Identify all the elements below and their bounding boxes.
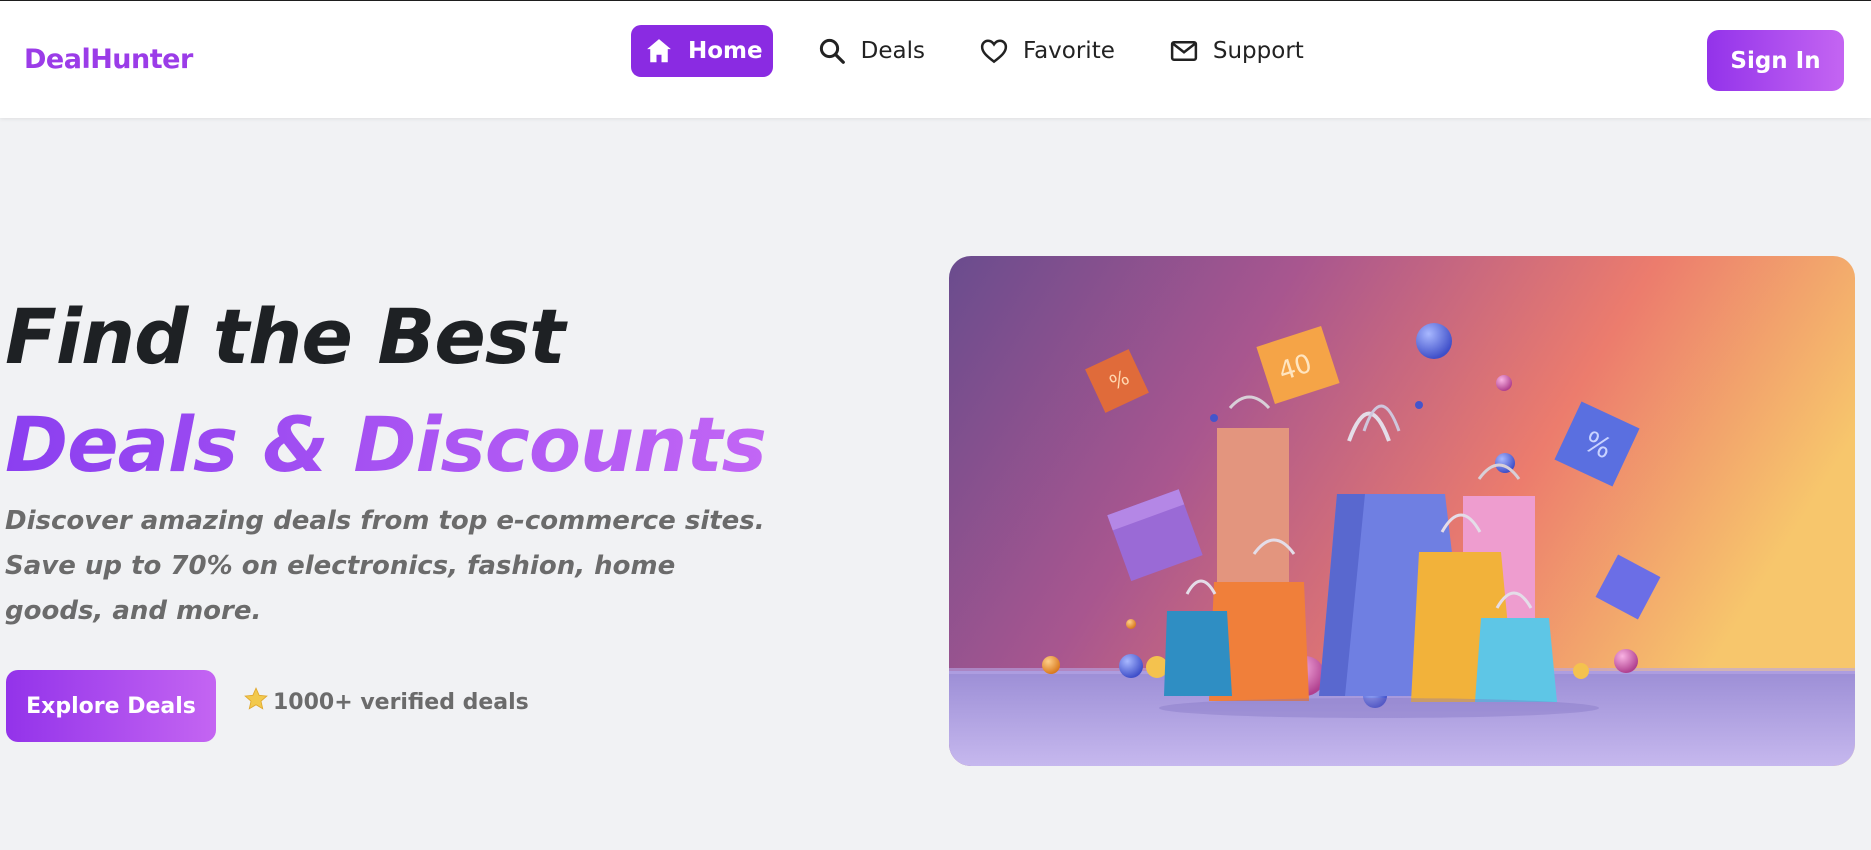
home-icon xyxy=(644,36,674,66)
brand-logo[interactable]: DealHunter xyxy=(24,44,193,75)
nav-item-deals[interactable]: Deals xyxy=(807,25,935,77)
verified-deals-text: 1000+ verified deals xyxy=(273,689,529,715)
nav-item-favorite[interactable]: Favorite xyxy=(969,25,1125,77)
hero-title-line-1: Find the Best xyxy=(5,292,565,381)
hero-title: Find the Best Deals & Discounts xyxy=(5,283,767,499)
hero-description: Discover amazing deals from top e-commer… xyxy=(5,506,765,626)
nav-item-label: Deals xyxy=(860,38,925,64)
nav-item-support[interactable]: Support xyxy=(1159,25,1314,77)
mail-icon xyxy=(1169,36,1199,66)
main-nav: Home Deals Favorite Support xyxy=(631,25,1348,77)
nav-item-label: Support xyxy=(1212,38,1304,64)
nav-item-label: Favorite xyxy=(1022,38,1115,64)
explore-deals-button[interactable]: Explore Deals xyxy=(6,670,216,742)
nav-item-label: Home xyxy=(688,38,763,64)
nav-item-home[interactable]: Home xyxy=(631,25,773,77)
verified-deals-badge: 1000+ verified deals xyxy=(243,687,529,717)
heart-icon xyxy=(979,36,1009,66)
star-icon xyxy=(243,686,269,718)
sign-in-button[interactable]: Sign In xyxy=(1707,30,1844,91)
shopping-bags-illustration: % 40 % xyxy=(949,256,1855,766)
hero-title-line-2: Deals & Discounts xyxy=(5,400,767,489)
site-header: DealHunter Home Deals Favorite Support S… xyxy=(0,1,1871,118)
search-icon xyxy=(817,36,847,66)
